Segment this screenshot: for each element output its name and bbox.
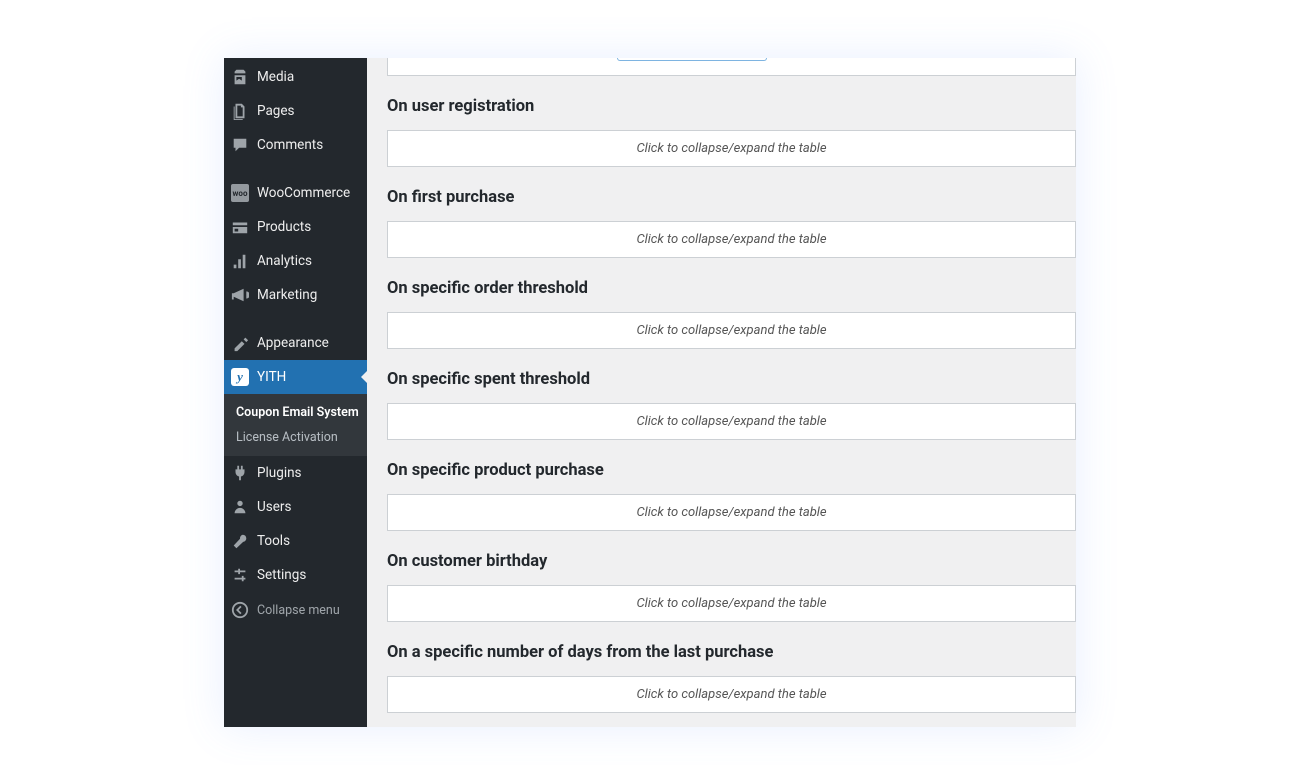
sidebar-item-users[interactable]: Users <box>224 490 367 524</box>
sidebar-item-label: Comments <box>257 137 323 153</box>
yith-submenu: Coupon Email System License Activation <box>224 394 367 456</box>
sidebar-item-label: Pages <box>257 103 295 119</box>
section-heading: On first purchase <box>387 167 1076 221</box>
sidebar-item-label: Settings <box>257 567 306 583</box>
plugins-icon <box>230 463 250 483</box>
pages-icon <box>230 101 250 121</box>
section-heading: On user registration <box>387 76 1076 130</box>
sidebar-item-label: Analytics <box>257 253 312 269</box>
partial-top-panel <box>387 58 1076 76</box>
sidebar-item-label: Appearance <box>257 335 329 351</box>
sidebar-item-comments[interactable]: Comments <box>224 128 367 162</box>
sidebar-item-pages[interactable]: Pages <box>224 94 367 128</box>
comments-icon <box>230 135 250 155</box>
collapse-label: Collapse menu <box>257 603 340 618</box>
sidebar-item-appearance[interactable]: Appearance <box>224 326 367 360</box>
tools-icon <box>230 531 250 551</box>
marketing-icon <box>230 285 250 305</box>
submenu-item-license[interactable]: License Activation <box>224 425 367 450</box>
sidebar-item-tools[interactable]: Tools <box>224 524 367 558</box>
sidebar-item-media[interactable]: Media <box>224 60 367 94</box>
collapse-expand-bar[interactable]: Click to collapse/expand the table <box>387 585 1076 622</box>
collapse-expand-bar[interactable]: Click to collapse/expand the table <box>387 130 1076 167</box>
main-content: On user registration Click to collapse/e… <box>367 58 1076 727</box>
woocommerce-icon: woo <box>230 183 250 203</box>
products-icon <box>230 217 250 237</box>
section-heading: On customer birthday <box>387 531 1076 585</box>
sidebar-item-label: Users <box>257 499 291 515</box>
collapse-expand-bar[interactable]: Click to collapse/expand the table <box>387 676 1076 713</box>
menu-separator <box>224 312 367 326</box>
collapse-expand-bar[interactable]: Click to collapse/expand the table <box>387 403 1076 440</box>
collapse-expand-bar[interactable]: Click to collapse/expand the table <box>387 312 1076 349</box>
submenu-item-coupon[interactable]: Coupon Email System <box>224 400 367 425</box>
collapse-icon <box>230 600 250 620</box>
partial-input-outline <box>617 58 767 61</box>
sidebar-item-label: WooCommerce <box>257 185 350 201</box>
collapse-expand-bar[interactable]: Click to collapse/expand the table <box>387 494 1076 531</box>
users-icon <box>230 497 250 517</box>
section-heading: On specific product purchase <box>387 440 1076 494</box>
sidebar-item-plugins[interactable]: Plugins <box>224 456 367 490</box>
sidebar-item-marketing[interactable]: Marketing <box>224 278 367 312</box>
sidebar-item-label: Media <box>257 69 294 85</box>
section-heading: On a specific number of days from the la… <box>387 622 1076 676</box>
menu-separator <box>224 162 367 176</box>
collapse-expand-bar[interactable]: Click to collapse/expand the table <box>387 221 1076 258</box>
section-heading: On specific spent threshold <box>387 349 1076 403</box>
sidebar-item-yith[interactable]: y YITH <box>224 360 367 394</box>
sidebar-item-label: YITH <box>257 369 286 385</box>
sidebar-item-label: Marketing <box>257 287 317 303</box>
analytics-icon <box>230 251 250 271</box>
media-icon <box>230 67 250 87</box>
sidebar-item-settings[interactable]: Settings <box>224 558 367 592</box>
sidebar-item-label: Tools <box>257 533 290 549</box>
sidebar-item-label: Products <box>257 219 311 235</box>
sidebar-item-label: Plugins <box>257 465 302 481</box>
sidebar-item-woocommerce[interactable]: woo WooCommerce <box>224 176 367 210</box>
appearance-icon <box>230 333 250 353</box>
yith-icon: y <box>230 367 250 387</box>
collapse-menu[interactable]: Collapse menu <box>224 592 367 628</box>
section-heading: On specific order threshold <box>387 258 1076 312</box>
sidebar-item-analytics[interactable]: Analytics <box>224 244 367 278</box>
settings-icon <box>230 565 250 585</box>
admin-sidebar: Media Pages Comments woo WooCommerce <box>224 58 367 727</box>
sidebar-item-products[interactable]: Products <box>224 210 367 244</box>
